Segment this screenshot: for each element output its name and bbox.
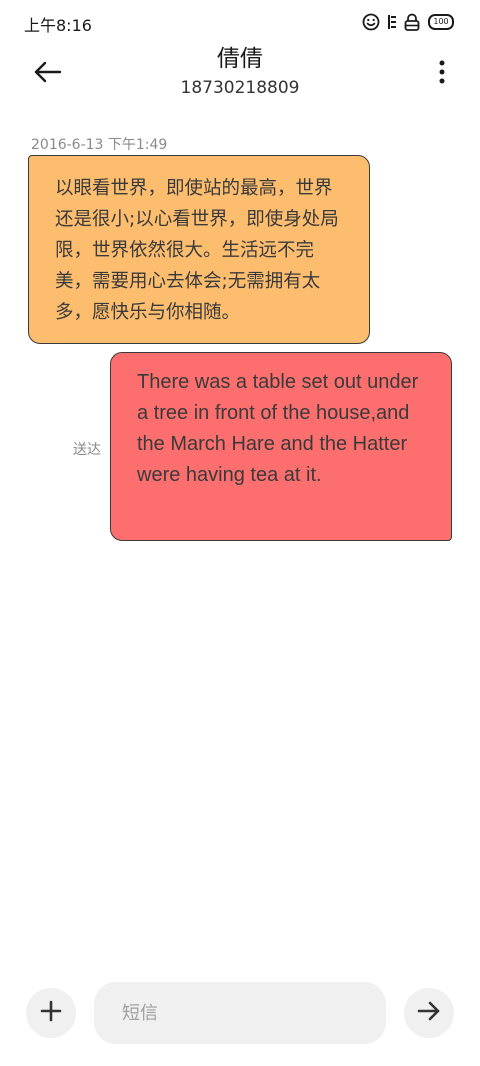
outgoing-message-bubble[interactable]: There was a table set out under a tree i… <box>110 352 452 541</box>
lock-icon <box>404 13 420 31</box>
status-time: 上午8:16 <box>24 16 92 35</box>
messaging-screen: 上午8:16 100 倩倩 18730218809 2016-6-13 下午1:… <box>0 0 480 1066</box>
battery-level: 100 <box>433 17 449 26</box>
plus-icon <box>40 1000 62 1026</box>
contact-number: 18730218809 <box>180 78 300 98</box>
conversation-header: 倩倩 18730218809 <box>0 44 480 104</box>
sms-input[interactable] <box>94 982 386 1044</box>
send-arrow-icon <box>417 1000 441 1026</box>
smiley-icon <box>362 13 380 31</box>
more-options-button[interactable] <box>430 54 454 94</box>
message-timestamp: 2016-6-13 下午1:49 <box>31 137 168 153</box>
composer-bar <box>0 980 480 1046</box>
status-icons: 100 <box>362 10 454 34</box>
incoming-message-bubble[interactable]: 以眼看世界，即使站的最高，世界还是很小;以心看世界，即使身处局限，世界依然很大。… <box>28 155 370 344</box>
vertical-bars-icon <box>388 13 396 31</box>
contact-name: 倩倩 <box>217 46 263 72</box>
add-attachment-button[interactable] <box>26 988 76 1038</box>
delivery-status: 送达 <box>73 442 101 458</box>
more-vertical-icon <box>439 60 445 88</box>
status-bar: 上午8:16 100 <box>0 0 480 44</box>
send-button[interactable] <box>404 988 454 1038</box>
battery-icon: 100 <box>428 14 454 30</box>
